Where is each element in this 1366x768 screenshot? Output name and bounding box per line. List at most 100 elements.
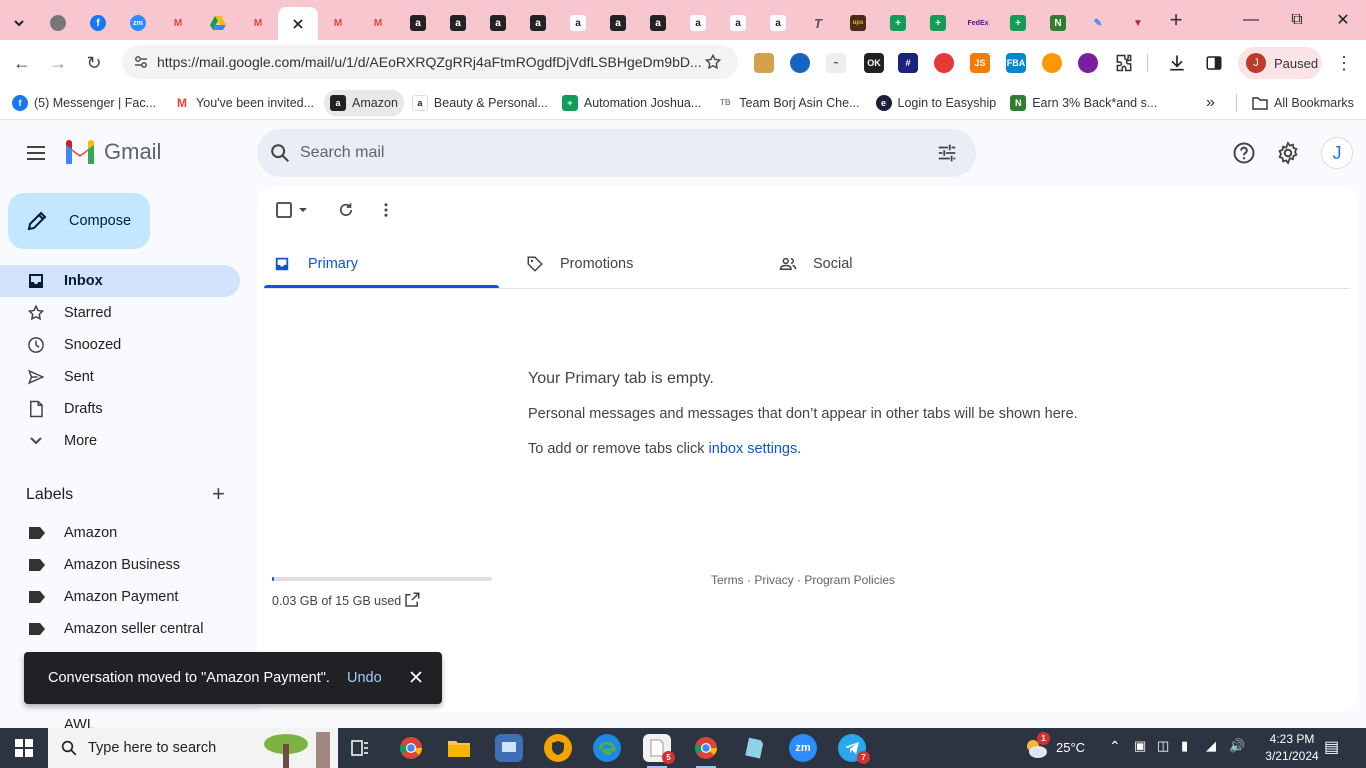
tab-promotions[interactable]: Promotions — [526, 240, 776, 288]
browser-tab[interactable]: zm — [118, 7, 158, 39]
extension-icon[interactable] — [934, 53, 954, 73]
browser-tab[interactable]: f — [78, 7, 118, 39]
label-item-amazon-payment[interactable]: Amazon Payment — [0, 581, 240, 613]
bookmark-item[interactable]: N Earn 3% Back*and s... — [1004, 90, 1163, 116]
browser-tab[interactable]: a — [398, 7, 438, 39]
browser-tab[interactable]: M — [318, 7, 358, 39]
search-options-icon[interactable] — [936, 142, 958, 164]
label-item-amazon-business[interactable]: Amazon Business — [0, 549, 240, 581]
profile-button[interactable]: J Paused — [1238, 47, 1322, 79]
more-vert-icon[interactable] — [377, 201, 395, 219]
wifi-icon[interactable]: ◢ — [1206, 738, 1216, 754]
app-icon[interactable]: 5 — [643, 734, 675, 768]
search-icon[interactable] — [269, 142, 291, 164]
shield-app-icon[interactable] — [544, 734, 572, 762]
bookmark-item[interactable]: TB Team Borj Asin Che... — [711, 90, 865, 116]
browser-tab[interactable]: a — [478, 7, 518, 39]
notes-icon[interactable] — [740, 734, 768, 762]
close-window-button[interactable]: ✕ — [1320, 0, 1366, 40]
taskbar-search[interactable]: Type here to search — [48, 728, 338, 768]
address-bar[interactable]: https://mail.google.com/mail/u/1/d/AEoRX… — [122, 45, 738, 79]
extension-icon[interactable] — [1042, 53, 1062, 73]
extension-icon[interactable] — [1078, 53, 1098, 73]
main-menu-button[interactable] — [20, 137, 52, 169]
site-info-icon[interactable] — [133, 54, 149, 70]
tab-search-button[interactable] — [0, 7, 38, 39]
bookmark-item[interactable]: M You've been invited... — [168, 90, 320, 116]
side-panel-icon[interactable] — [1205, 54, 1223, 72]
browser-tab[interactable]: T — [798, 7, 838, 39]
minimize-button[interactable]: — — [1228, 0, 1274, 40]
tab-primary[interactable]: Primary — [274, 240, 499, 288]
chrome-icon[interactable] — [692, 734, 720, 768]
label-item-amazon[interactable]: Amazon — [0, 517, 240, 549]
bookmark-star-icon[interactable] — [704, 53, 722, 71]
browser-tab[interactable]: + — [918, 7, 958, 39]
browser-tab[interactable]: + — [998, 7, 1038, 39]
bookmark-item[interactable]: f (5) Messenger | Fac... — [6, 90, 162, 116]
display-icon[interactable]: ◫ — [1157, 738, 1169, 754]
browser-tab[interactable]: a — [758, 7, 798, 39]
new-tab-button[interactable]: + — [1158, 7, 1194, 33]
create-label-button[interactable]: + — [212, 483, 225, 505]
extension-icon[interactable] — [790, 53, 810, 73]
start-button[interactable] — [0, 728, 48, 768]
browser-tab[interactable]: ✎ — [1078, 7, 1118, 39]
notifications-icon[interactable]: ▤ — [1324, 737, 1339, 757]
label-item-amazon-seller-central[interactable]: Amazon seller central — [0, 613, 240, 645]
browser-tab[interactable] — [38, 7, 78, 39]
sidebar-item-drafts[interactable]: Drafts — [0, 393, 240, 425]
telegram-icon[interactable]: 7 — [838, 734, 870, 764]
undo-button[interactable]: Undo — [347, 670, 382, 686]
refresh-icon[interactable] — [337, 201, 355, 219]
help-button[interactable] — [1229, 138, 1259, 168]
all-bookmarks-button[interactable]: All Bookmarks — [1246, 90, 1360, 116]
file-explorer-icon[interactable] — [445, 734, 473, 762]
browser-tab-active[interactable] — [278, 7, 318, 41]
close-icon[interactable] — [408, 669, 424, 685]
volume-icon[interactable]: 🔊 — [1229, 738, 1245, 754]
download-icon[interactable] — [1167, 53, 1187, 73]
zoom-icon[interactable]: zm — [789, 734, 817, 762]
sidebar-item-starred[interactable]: Starred — [0, 297, 240, 329]
extension-icon[interactable]: JS — [970, 53, 990, 73]
restore-button[interactable]: ⧉ — [1274, 0, 1320, 40]
browser-tab[interactable] — [198, 7, 238, 39]
sidebar-item-snoozed[interactable]: Snoozed — [0, 329, 240, 361]
sidebar-item-inbox[interactable]: Inbox — [0, 265, 240, 297]
forward-button[interactable]: → — [40, 45, 76, 81]
bookmark-item[interactable]: a Amazon — [324, 89, 404, 116]
tab-social[interactable]: Social — [779, 240, 1029, 288]
footer-links[interactable]: Terms · Privacy · Program Policies — [711, 573, 895, 587]
extension-icon[interactable]: # — [898, 53, 918, 73]
search-input[interactable]: Search mail — [257, 129, 976, 177]
extension-icon[interactable] — [754, 53, 774, 73]
browser-tab[interactable]: a — [438, 7, 478, 39]
browser-tab[interactable]: M — [358, 7, 398, 39]
browser-tab[interactable]: + — [878, 7, 918, 39]
extension-icon[interactable]: OK — [864, 53, 884, 73]
task-view-icon[interactable] — [346, 734, 374, 762]
browser-tab[interactable]: M — [238, 7, 278, 39]
compose-button[interactable]: Compose — [8, 193, 150, 249]
app-icon[interactable] — [495, 734, 523, 762]
browser-tab[interactable]: M — [158, 7, 198, 39]
sidebar-item-sent[interactable]: Sent — [0, 361, 240, 393]
weather-icon[interactable]: 1 — [1022, 732, 1050, 762]
back-button[interactable]: ← — [4, 45, 40, 81]
inbox-settings-link[interactable]: inbox settings — [709, 441, 798, 457]
browser-tab[interactable]: a — [718, 7, 758, 39]
reload-button[interactable]: ↻ — [76, 45, 112, 81]
bookmark-item[interactable]: a Beauty & Personal... — [406, 90, 554, 116]
browser-tab[interactable]: ups — [838, 7, 878, 39]
bookmark-item[interactable]: + Automation Joshua... — [556, 90, 707, 116]
tray-chevron-icon[interactable]: ⌃ — [1109, 738, 1121, 755]
account-button[interactable]: J — [1321, 137, 1353, 169]
puzzle-icon[interactable] — [1114, 53, 1134, 73]
open-in-new-icon[interactable] — [403, 591, 421, 609]
gmail-logo[interactable]: Gmail — [64, 139, 161, 165]
chrome-icon[interactable] — [397, 734, 425, 762]
sidebar-item-more[interactable]: More — [0, 425, 240, 457]
battery-icon[interactable]: ▮ — [1181, 738, 1188, 754]
browser-menu-button[interactable]: ⋮ — [1326, 45, 1362, 81]
